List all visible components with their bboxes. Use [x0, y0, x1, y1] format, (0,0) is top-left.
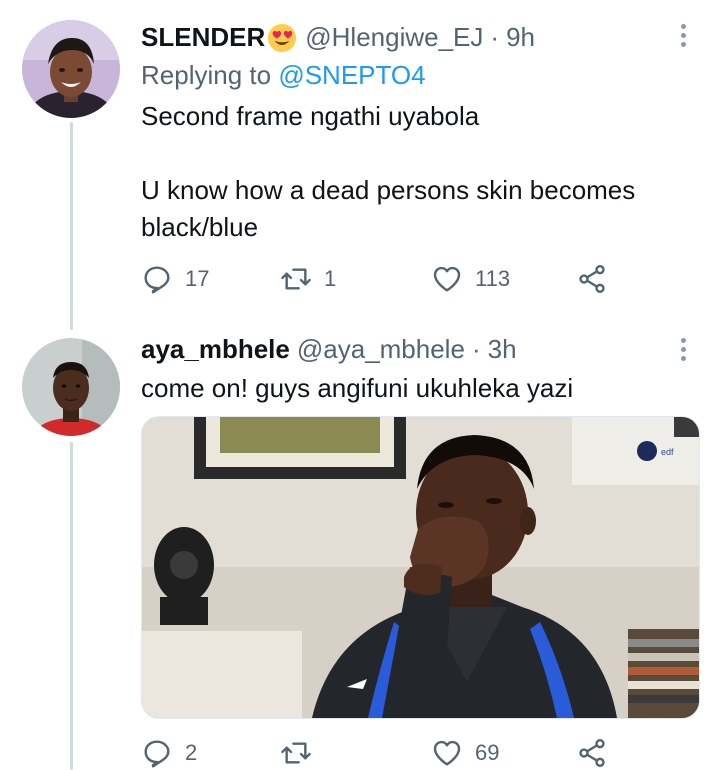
more-options-icon[interactable] — [676, 24, 690, 47]
tweet-actions: 2 69 — [141, 737, 621, 769]
like-count: 69 — [475, 740, 500, 765]
user-handle[interactable]: @Hlengiwe_EJ — [305, 22, 483, 53]
replying-to-mention[interactable]: @SNEPTO4 — [278, 60, 425, 90]
heart-eyes-emoji-icon — [268, 23, 297, 52]
heart-icon — [433, 266, 461, 292]
more-options-icon[interactable] — [676, 338, 690, 361]
display-name[interactable]: aya_mbhele — [141, 334, 290, 365]
retweet-button[interactable]: 1 — [280, 263, 336, 295]
timestamp[interactable]: 9h — [506, 22, 535, 53]
tweet-actions: 17 1 113 — [141, 263, 621, 295]
avatar[interactable] — [22, 20, 120, 118]
reply-count: 2 — [185, 740, 198, 765]
media-photo: edf — [142, 417, 699, 718]
heart-icon — [433, 740, 461, 766]
tweet-media-image[interactable]: edf — [141, 416, 700, 719]
replying-to: Replying to @SNEPTO4 — [141, 60, 426, 91]
retweet-icon — [281, 742, 311, 764]
avatar[interactable] — [22, 338, 120, 436]
retweet-button[interactable] — [280, 737, 324, 769]
share-button[interactable] — [576, 737, 608, 769]
thread-line-2 — [70, 442, 73, 770]
like-count: 113 — [475, 266, 511, 291]
thread-line-1 — [70, 122, 73, 330]
tweet-header: SLENDER @Hlengiwe_EJ · 9h — [141, 22, 535, 53]
retweet-count: 1 — [324, 266, 337, 291]
like-button[interactable]: 69 — [431, 737, 499, 769]
retweet-icon — [281, 268, 311, 290]
reply-icon — [144, 740, 170, 768]
share-button[interactable] — [576, 263, 608, 295]
reply-count: 17 — [185, 266, 210, 291]
replying-to-label: Replying to — [141, 60, 272, 90]
tweet-text: Second frame ngathi uyabola U know how a… — [141, 101, 636, 242]
display-name[interactable]: SLENDER — [141, 22, 265, 53]
reply-icon — [144, 266, 170, 294]
like-button[interactable]: 113 — [431, 263, 510, 295]
user-handle[interactable]: @aya_mbhele — [297, 334, 465, 365]
reply-button[interactable]: 17 — [141, 263, 209, 295]
separator-dot: · — [471, 334, 481, 364]
tweet-header: aya_mbhele @aya_mbhele · 3h — [141, 334, 517, 365]
tweet-text: come on! guys angifuni ukuhleka yazi — [141, 373, 574, 403]
share-icon — [579, 739, 605, 767]
reply-button[interactable]: 2 — [141, 737, 197, 769]
separator-dot: · — [490, 22, 500, 52]
share-icon — [579, 265, 605, 293]
svg-text:edf: edf — [661, 447, 674, 457]
timestamp[interactable]: 3h — [488, 334, 517, 365]
